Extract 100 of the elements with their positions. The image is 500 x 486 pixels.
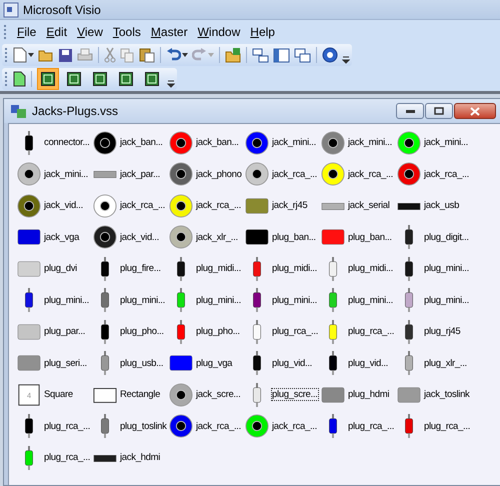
master-label[interactable]: jack_vga <box>43 230 80 244</box>
jack-icon[interactable] <box>169 162 193 186</box>
master-label[interactable]: jack_rca_... <box>423 168 470 181</box>
master-label[interactable]: plug_dvi <box>43 262 78 276</box>
master-label[interactable]: plug_rca_... <box>43 420 92 433</box>
toolbar-options-icon[interactable] <box>167 80 175 88</box>
master-label[interactable]: plug_vid... <box>347 356 390 370</box>
master-label[interactable]: jack_par... <box>119 168 162 181</box>
jack-icon[interactable] <box>245 162 269 186</box>
master-label[interactable]: plug_rca_... <box>271 325 320 338</box>
master-label[interactable]: jack_rj45 <box>271 199 308 212</box>
master-label[interactable]: jack_rca_... <box>347 168 394 181</box>
master-label[interactable]: jack_serial <box>347 199 391 212</box>
menu-item[interactable]: Window <box>194 24 248 38</box>
caret-icon[interactable] <box>182 53 188 57</box>
jack-icon[interactable] <box>93 194 117 218</box>
menu-item[interactable]: Tools <box>110 24 148 38</box>
jack-icon[interactable] <box>397 130 421 155</box>
jack-icon[interactable] <box>245 414 269 438</box>
cascade-icon[interactable] <box>294 48 311 62</box>
master-label[interactable]: jack_rca_... <box>271 420 318 433</box>
page-icon[interactable] <box>13 71 26 87</box>
view-button[interactable] <box>37 68 59 90</box>
master-label[interactable]: plug_digit... <box>423 230 470 244</box>
jack-icon[interactable] <box>245 130 269 155</box>
master-label[interactable]: plug_ban... <box>271 230 317 244</box>
new-document-icon[interactable] <box>13 47 27 63</box>
master-label[interactable]: jack_ban... <box>195 136 240 150</box>
jack-icon[interactable] <box>169 382 193 407</box>
master-label[interactable]: plug_midi... <box>271 262 318 276</box>
shapes-folder-icon[interactable] <box>225 47 241 63</box>
master-label[interactable]: plug_mini... <box>119 294 166 307</box>
master-label[interactable]: plug_hdmi <box>347 388 390 402</box>
minimize-button[interactable] <box>396 103 424 119</box>
caret-icon[interactable] <box>28 53 34 57</box>
master-label[interactable]: plug_ban... <box>347 230 393 244</box>
menu-item[interactable]: View <box>74 24 110 38</box>
master-label[interactable]: plug_pho... <box>119 325 165 338</box>
master-label[interactable]: plug_mini... <box>347 294 394 307</box>
menu-item[interactable]: Help <box>247 24 282 38</box>
master-label[interactable]: plug_vga <box>195 356 234 370</box>
master-label[interactable]: plug_rca_... <box>347 420 396 433</box>
save-icon[interactable] <box>58 48 73 62</box>
jack-icon[interactable] <box>93 130 117 155</box>
master-label[interactable]: jack_xlr_... <box>195 230 239 244</box>
jack-icon[interactable] <box>17 194 41 218</box>
master-label[interactable]: plug_rca_... <box>347 325 396 338</box>
master-label[interactable]: jack_rca_... <box>271 168 318 181</box>
master-label[interactable]: Square <box>43 388 74 402</box>
master-label[interactable]: plug_rj45 <box>423 325 462 338</box>
master-label[interactable]: plug_par... <box>43 325 86 338</box>
panes-icon[interactable] <box>273 48 290 62</box>
master-label[interactable]: jack_ban... <box>119 136 164 150</box>
master-label[interactable]: jack_mini... <box>271 136 317 150</box>
master-label[interactable]: plug_rca_... <box>43 451 92 464</box>
master-label[interactable]: plug_midi... <box>195 262 242 276</box>
master-label[interactable]: jack_rca_... <box>195 199 242 212</box>
master-label[interactable]: jack_rca_... <box>119 199 166 212</box>
master-label[interactable]: plug_vid... <box>271 356 314 370</box>
master-label[interactable]: plug_mini... <box>43 294 90 307</box>
master-label[interactable]: plug_mini... <box>195 294 242 307</box>
jack-icon[interactable] <box>169 414 193 438</box>
master-label[interactable]: plug_mini... <box>423 262 470 276</box>
master-label[interactable]: plug_usb... <box>119 356 164 370</box>
jack-icon[interactable] <box>17 162 41 186</box>
master-label[interactable]: jack_usb <box>423 199 460 212</box>
master-label[interactable]: plug_xlr_... <box>423 356 468 370</box>
jack-icon[interactable] <box>169 130 193 155</box>
master-label[interactable]: jack_mini... <box>43 168 89 181</box>
master-label[interactable]: plug_rca_... <box>423 420 472 433</box>
master-label[interactable]: jack_toslink <box>423 388 471 402</box>
master-label[interactable]: plug_fire... <box>119 262 162 276</box>
master-label[interactable]: jack_vid... <box>119 230 160 244</box>
master-label[interactable]: plug_pho... <box>195 325 241 338</box>
menu-item[interactable]: Master <box>148 24 195 38</box>
help-icon[interactable] <box>322 47 338 63</box>
jack-icon[interactable] <box>321 130 345 155</box>
master-label[interactable]: plug_scre... <box>271 388 319 402</box>
master-label[interactable]: jack_vid... <box>43 199 84 212</box>
master-label[interactable]: jack_mini... <box>347 136 393 150</box>
master-label[interactable]: Rectangle <box>119 388 162 402</box>
jack-icon[interactable] <box>93 225 117 250</box>
master-label[interactable]: jack_mini... <box>423 136 469 150</box>
master-label[interactable]: jack_rca_... <box>195 420 242 433</box>
close-button[interactable] <box>454 103 496 119</box>
jack-icon[interactable] <box>169 225 193 250</box>
menu-item[interactable]: Edit <box>43 24 74 38</box>
paste-icon[interactable] <box>139 47 155 63</box>
master-label[interactable]: plug_toslink <box>119 420 168 433</box>
open-folder-icon[interactable] <box>38 48 54 62</box>
jack-icon[interactable] <box>397 162 421 186</box>
menu-item[interactable]: File <box>14 24 44 38</box>
master-label[interactable]: jack_scre... <box>195 388 242 402</box>
master-label[interactable]: plug_mini... <box>271 294 318 307</box>
master-label[interactable]: plug_mini... <box>423 294 470 307</box>
master-label[interactable]: plug_midi... <box>347 262 394 276</box>
windows-icon[interactable] <box>252 48 269 62</box>
jack-icon[interactable] <box>321 162 345 186</box>
jack-icon[interactable] <box>169 194 193 218</box>
master-label[interactable]: connector... <box>43 136 91 150</box>
